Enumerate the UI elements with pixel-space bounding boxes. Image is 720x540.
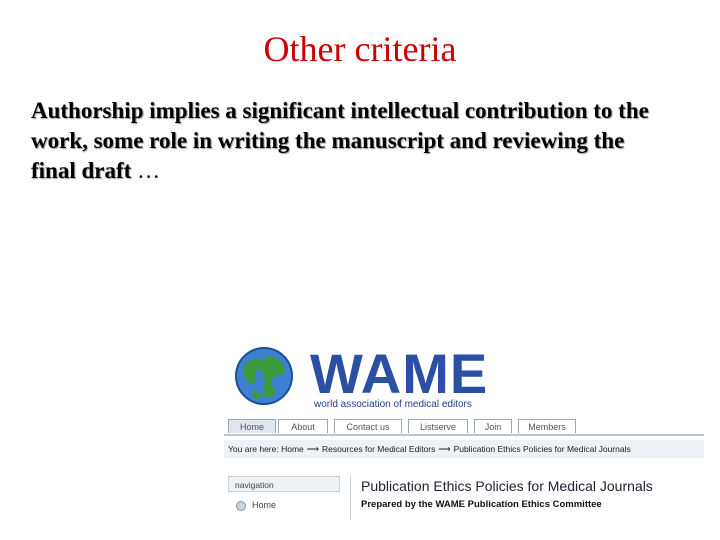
wame-screenshot: WAME world association of medical editor… [224,336,704,520]
tab-listserve[interactable]: Listserve [408,419,468,433]
breadcrumb-item-home[interactable]: Home [281,444,304,454]
slide-title: Other criteria [263,29,457,69]
tab-join[interactable]: Join [474,419,512,433]
body-text: Authorship implies a significant intelle… [31,98,649,183]
nav-item-label: Home [252,500,277,510]
content-title: Publication Ethics Policies for Medical … [361,478,653,494]
nav-item-home[interactable]: Home [228,500,340,511]
breadcrumb: You are here: Home ⟶ Resources for Medical… [224,440,704,458]
navigation-panel: navigation Home [228,476,340,520]
content-panel: Publication Ethics Policies for Medical … [350,476,704,520]
bullet-icon [236,500,246,511]
navigation-header: navigation [228,476,340,492]
tab-bar: Home About Contact us Listserve Join Mem… [224,418,704,436]
body-ellipsis: … [137,158,161,183]
tab-members[interactable]: Members [518,419,576,433]
globe-icon [235,347,293,405]
arrow-right-icon: ⟶ [306,444,319,454]
tab-about[interactable]: About [278,419,328,433]
tab-contact-us[interactable]: Contact us [334,419,402,433]
wame-subtitle: world association of medical editors [314,399,472,410]
slide-body: Authorship implies a significant intelle… [31,96,671,186]
breadcrumb-prefix: You are here: [228,444,279,454]
content-subtitle: Prepared by the WAME Publication Ethics … [361,499,602,510]
wame-wordmark: WAME [310,342,489,405]
breadcrumb-item-resources[interactable]: Resources for Medical Editors [322,444,435,454]
arrow-right-icon: ⟶ [438,444,451,454]
tab-home[interactable]: Home [228,419,276,433]
breadcrumb-item-current: Publication Ethics Policies for Medical … [453,444,631,454]
